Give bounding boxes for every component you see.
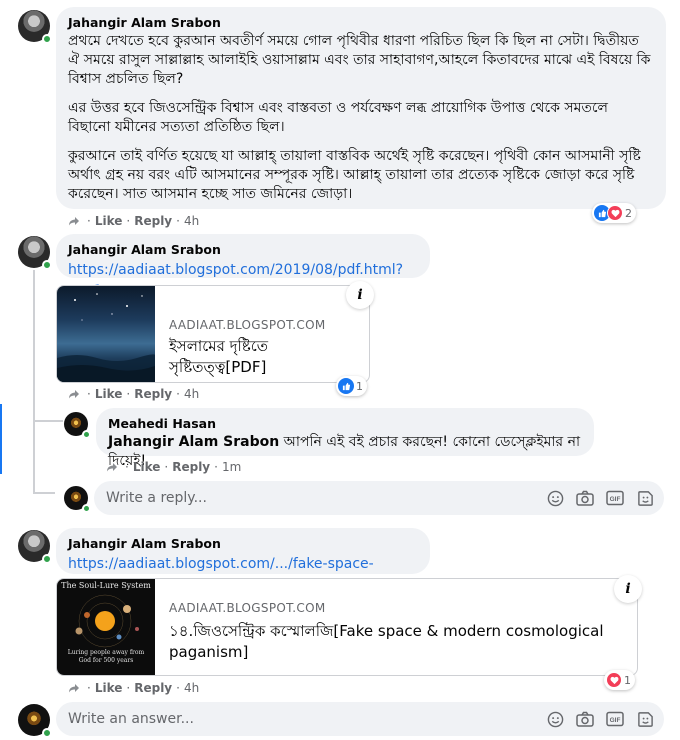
- link-preview-card[interactable]: The Soul-Lure System Luring people away …: [56, 578, 638, 676]
- link-preview-title: ১৪.জিওসেন্ট্রিক কস্মোলজি[Fake space & mo…: [169, 622, 604, 661]
- composer-tools: GIF: [546, 489, 654, 507]
- link-preview-thumbnail: The Soul-Lure System Luring people away …: [57, 579, 155, 675]
- my-avatar[interactable]: [18, 704, 52, 738]
- comment-paragraph: কুরআনে তাই বর্ণিত হয়েছে যা আল্লাহ্‌ তায…: [68, 148, 641, 202]
- online-status-dot: [42, 728, 52, 738]
- svg-text:GIF: GIF: [610, 496, 621, 503]
- comment-actions: · Like · Reply · 4h: [68, 387, 199, 401]
- reply-button[interactable]: Reply: [172, 460, 210, 474]
- link-preview-thumbnail: [57, 286, 156, 382]
- reaction-count: 1: [624, 673, 631, 687]
- online-status-dot: [42, 34, 52, 44]
- reaction-count: 2: [625, 206, 632, 220]
- reactions-summary[interactable]: 1: [604, 670, 635, 690]
- comment-author[interactable]: Jahangir Alam Srabon: [68, 536, 418, 551]
- link-preview-domain: AADIAAT.BLOGSPOT.COM: [169, 601, 326, 615]
- online-status-dot: [82, 430, 91, 439]
- reactions-summary[interactable]: 2: [592, 203, 636, 223]
- sticker-icon[interactable]: [636, 489, 654, 507]
- comment-paragraph: এর উত্তর হবে জিওসেন্ট্রিক বিশ্বাস এবং বা…: [68, 100, 608, 135]
- comment-paragraph: প্রথমে দেখতে হবে কুরআন অবতীর্ণ সময়ে গোল…: [68, 33, 651, 87]
- share-icon: [69, 217, 79, 226]
- comment-author[interactable]: Jahangir Alam Srabon: [68, 242, 418, 257]
- link-preview-title: ইসলামের দৃষ্টিতে সৃষ্টিতত্ত্ব[PDF]: [169, 337, 269, 376]
- online-status-dot: [42, 260, 52, 270]
- reactions-summary[interactable]: 1: [336, 376, 367, 396]
- comment-timestamp[interactable]: 4h: [184, 387, 199, 401]
- comment-author[interactable]: Jahangir Alam Srabon: [68, 15, 654, 30]
- comment-actions: · Like · Reply · 4h: [68, 214, 199, 228]
- love-reaction-icon: [606, 672, 622, 688]
- emoji-icon[interactable]: [546, 489, 564, 507]
- sticker-icon[interactable]: [636, 710, 654, 728]
- thread-line: [33, 420, 63, 422]
- comment-timestamp[interactable]: 4h: [184, 214, 199, 228]
- thumbnail-title: The Soul-Lure System: [61, 581, 151, 590]
- reaction-count: 1: [356, 379, 363, 393]
- avatar[interactable]: [18, 236, 52, 270]
- gif-icon[interactable]: GIF: [606, 489, 624, 507]
- svg-text:GIF: GIF: [610, 717, 621, 724]
- link-preview-domain: AADIAAT.BLOGSPOT.COM: [169, 318, 326, 332]
- comment-text: প্রথমে দেখতে হবে কুরআন অবতীর্ণ সময়ে গোল…: [68, 32, 654, 204]
- avatar[interactable]: [18, 530, 52, 564]
- link-preview-card[interactable]: AADIAAT.BLOGSPOT.COM ইসলামের দৃষ্টিতে সৃ…: [56, 285, 370, 383]
- thumbnail-caption: Luring people away from God for 500 year…: [67, 649, 145, 664]
- reply-button[interactable]: Reply: [134, 214, 172, 228]
- like-button[interactable]: Like: [133, 460, 161, 474]
- comment-bubble: Jahangir Alam Srabon https://aadiaat.blo…: [56, 234, 430, 299]
- online-status-dot: [82, 504, 91, 513]
- like-reaction-icon: [338, 378, 354, 394]
- share-icon: [107, 463, 117, 472]
- like-button[interactable]: Like: [95, 681, 123, 695]
- love-reaction-icon: [607, 205, 623, 221]
- avatar[interactable]: [18, 10, 52, 44]
- share-icon: [69, 684, 79, 693]
- camera-icon[interactable]: [576, 489, 594, 507]
- info-icon[interactable]: i: [346, 281, 374, 309]
- like-button[interactable]: Like: [95, 387, 123, 401]
- camera-icon[interactable]: [576, 710, 594, 728]
- reply-button[interactable]: Reply: [134, 681, 172, 695]
- composer-tools: GIF: [546, 710, 654, 728]
- reply-bubble: Meahedi Hasan Jahangir Alam Srabon আপনি …: [96, 408, 594, 469]
- mention-link[interactable]: Jahangir Alam Srabon: [108, 434, 279, 450]
- comment-actions: · Like · Reply · 4h: [68, 681, 199, 695]
- online-status-dot: [42, 554, 52, 564]
- emoji-icon[interactable]: [546, 710, 564, 728]
- avatar[interactable]: [64, 412, 91, 439]
- comment-timestamp[interactable]: 4h: [184, 681, 199, 695]
- comment-actions: · Like · Reply · 1m: [106, 460, 241, 474]
- reply-button[interactable]: Reply: [134, 387, 172, 401]
- thread-line: [33, 270, 35, 494]
- comment-bubble: Jahangir Alam Srabon https://aadiaat.blo…: [56, 528, 430, 593]
- comment-timestamp[interactable]: 1m: [222, 460, 241, 474]
- gif-icon[interactable]: GIF: [606, 710, 624, 728]
- my-avatar[interactable]: [64, 486, 91, 513]
- info-icon[interactable]: i: [614, 575, 642, 603]
- reply-input-box: GIF: [94, 481, 664, 515]
- comment-author[interactable]: Meahedi Hasan: [108, 416, 582, 431]
- thread-line: [33, 492, 55, 494]
- answer-input-box: GIF: [56, 702, 664, 736]
- focus-accent: [0, 404, 2, 474]
- ocean-night-image: [57, 293, 156, 382]
- share-icon: [69, 390, 79, 399]
- comment-bubble: Jahangir Alam Srabon প্রথমে দেখতে হবে কু…: [56, 7, 666, 209]
- like-button[interactable]: Like: [95, 214, 123, 228]
